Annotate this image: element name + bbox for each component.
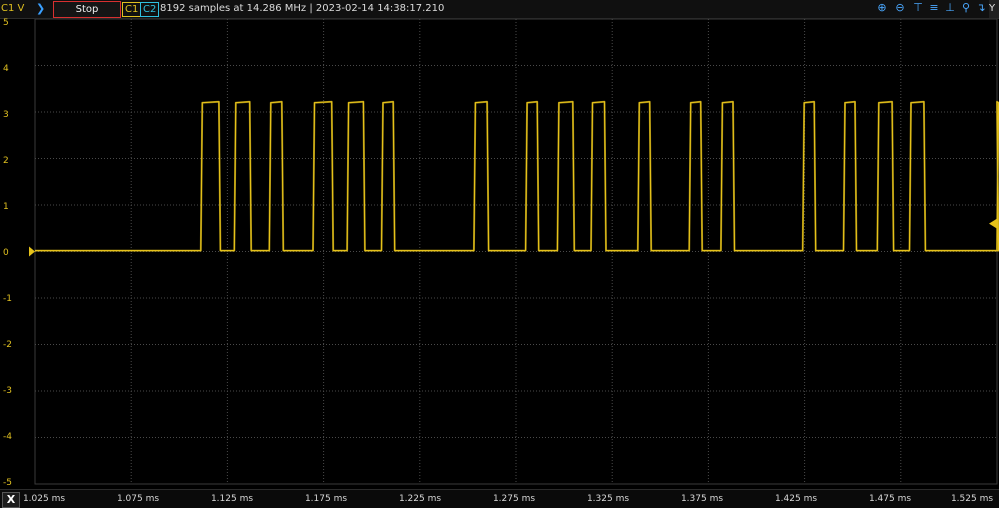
y-tick-label: 2: [3, 156, 9, 166]
x-tick-label: 1.275 ms: [492, 494, 536, 504]
x-tick-label: 1.125 ms: [210, 494, 254, 504]
align-top-icon[interactable]: ⊤: [911, 1, 925, 15]
stop-button[interactable]: Stop: [53, 1, 121, 18]
channel-2-toggle[interactable]: C2: [140, 2, 160, 17]
magnify-icon[interactable]: ⚲: [959, 1, 973, 15]
trigger-level-icon: [989, 218, 997, 229]
cursor-icon[interactable]: ↴: [974, 1, 988, 15]
run-arrow-icon[interactable]: ❯: [36, 0, 45, 18]
channel-1-toggle[interactable]: C1: [122, 2, 142, 17]
channel-1-trace: [35, 100, 999, 252]
x-tick-label: 1.075 ms: [116, 494, 160, 504]
y-tick-label: -3: [3, 386, 12, 396]
y-tick-label: -2: [3, 340, 12, 350]
y-tick-label: 0: [3, 248, 9, 258]
waveform-plot[interactable]: [0, 0, 999, 489]
y-axis-button[interactable]: Y: [989, 0, 999, 18]
align-bottom-icon[interactable]: ⊥: [943, 1, 957, 15]
y-tick-label: 5: [3, 18, 9, 28]
y-tick-label: -5: [3, 478, 12, 488]
y-axis: 5 4 3 2 1 0 -1 -2 -3 -4 -5: [0, 18, 34, 489]
align-middle-icon[interactable]: ≡: [927, 1, 941, 15]
x-tick-label: 1.525 ms: [950, 494, 994, 504]
y-tick-label: -4: [3, 432, 12, 442]
trace-glow: [35, 100, 999, 252]
x-tick-label: 1.025 ms: [22, 494, 66, 504]
top-toolbar: C1 V ❯ Stop C1 C2 8192 samples at 14.286…: [0, 0, 999, 19]
channel-units-label: C1 V: [1, 3, 25, 14]
x-tick-label: 1.325 ms: [586, 494, 630, 504]
x-tick-label: 1.175 ms: [304, 494, 348, 504]
x-tick-label: 1.225 ms: [398, 494, 442, 504]
y-tick-label: 3: [3, 110, 9, 120]
x-tick-label: 1.375 ms: [680, 494, 724, 504]
x-axis-button[interactable]: X: [2, 492, 20, 508]
x-tick-label: 1.475 ms: [868, 494, 912, 504]
zoom-in-icon[interactable]: ⊕: [875, 1, 889, 15]
y-tick-label: 1: [3, 202, 9, 212]
zoom-out-icon[interactable]: ⊖: [893, 1, 907, 15]
x-tick-label: 1.425 ms: [774, 494, 818, 504]
x-axis-bar: X 1.025 ms 1.075 ms 1.125 ms 1.175 ms 1.…: [0, 489, 999, 508]
acquisition-info: 8192 samples at 14.286 MHz | 2023-02-14 …: [160, 3, 445, 14]
y-tick-label: 4: [3, 64, 9, 74]
y-tick-label: -1: [3, 294, 12, 304]
trace-line: [35, 101, 999, 252]
